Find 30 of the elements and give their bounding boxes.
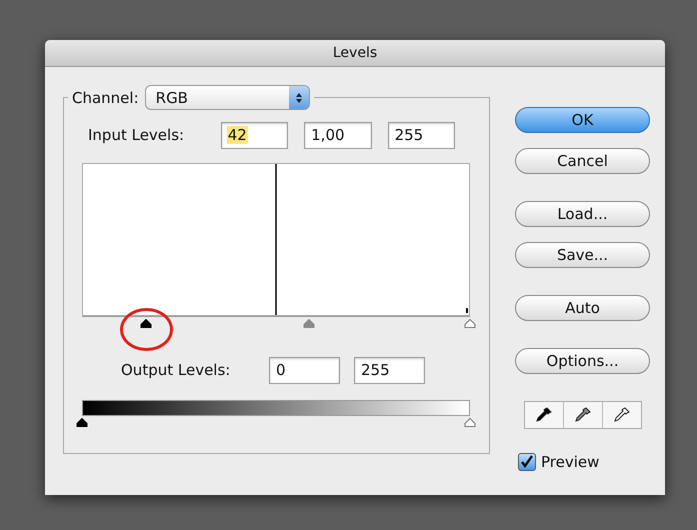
eyedropper-button[interactable] xyxy=(602,402,640,428)
output-levels-label: Output Levels: xyxy=(121,361,232,379)
midtone-slider-thumb[interactable] xyxy=(302,319,315,328)
eyedropper-icon xyxy=(574,406,592,424)
channel-dropdown[interactable]: RGB xyxy=(144,85,310,110)
preview-checkbox[interactable] xyxy=(518,453,536,471)
shadow-slider-thumb[interactable] xyxy=(76,418,88,427)
eyedropper-button[interactable] xyxy=(564,402,602,428)
input-field[interactable]: 42 xyxy=(220,122,288,148)
dialog-button[interactable]: Options... xyxy=(515,348,650,374)
channel-label: Channel: xyxy=(72,88,139,106)
output-field[interactable]: 255 xyxy=(354,356,425,384)
highlight-slider-thumb[interactable] xyxy=(464,319,476,328)
dialog-button[interactable]: Save... xyxy=(515,242,650,268)
input-field[interactable]: 1,00 xyxy=(304,122,372,148)
dialog-button[interactable]: Cancel xyxy=(515,148,650,174)
dialog-button[interactable]: Load... xyxy=(515,201,650,227)
input-field[interactable]: 255 xyxy=(388,122,456,148)
preview-label: Preview xyxy=(541,453,600,471)
highlight-slider-thumb[interactable] xyxy=(464,418,476,427)
output-field[interactable]: 0 xyxy=(269,356,340,384)
dialog-button[interactable]: Auto xyxy=(515,295,650,321)
eyedropper-button[interactable] xyxy=(524,402,564,428)
eyedropper-icon xyxy=(612,406,630,424)
shadow-slider-thumb[interactable] xyxy=(140,319,152,328)
window-title: Levels xyxy=(332,45,378,61)
eyedropper-icon xyxy=(534,406,552,424)
dropdown-arrows-icon xyxy=(288,86,309,109)
input-levels-label: Input Levels: xyxy=(88,126,186,144)
ok-button[interactable]: OK xyxy=(515,107,650,133)
